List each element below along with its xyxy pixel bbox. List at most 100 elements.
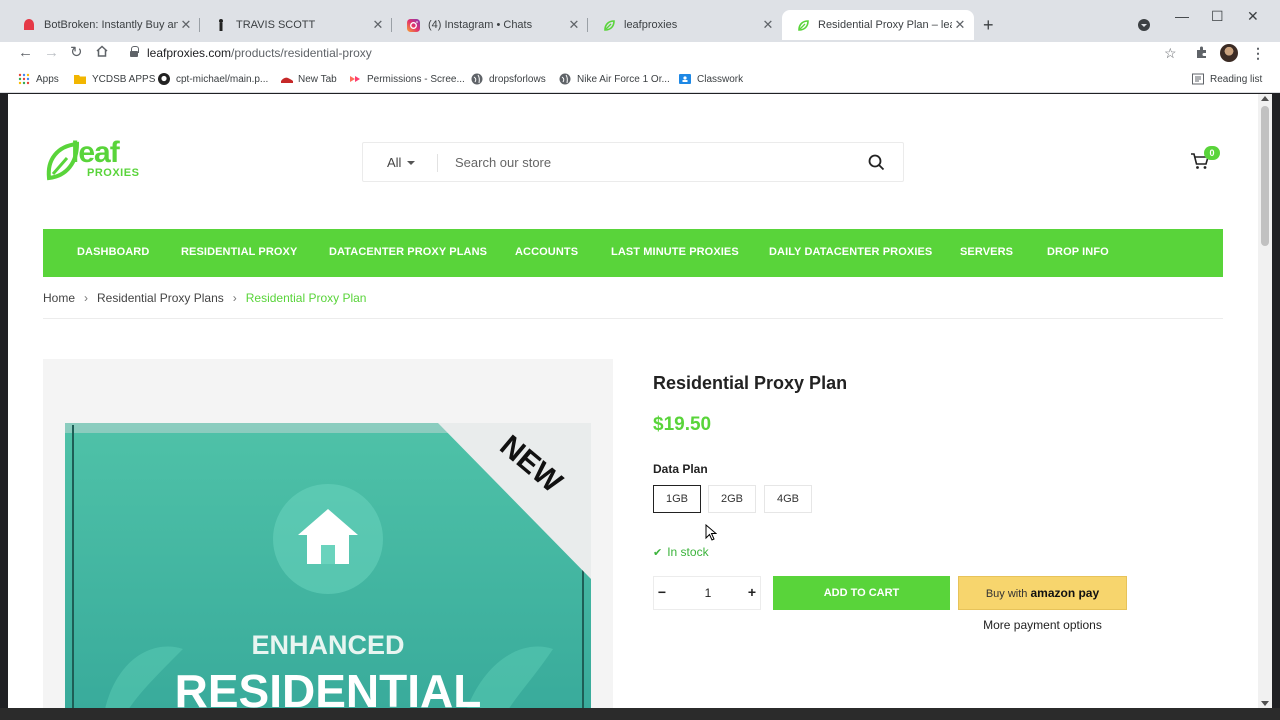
bookmark-nike[interactable]: Nike Air Force 1 Or... <box>559 73 670 85</box>
chevron-right-icon: › <box>232 291 237 305</box>
menu-dots-icon[interactable]: ⋮ <box>1251 45 1265 62</box>
nav-last-minute-proxies[interactable]: LAST MINUTE PROXIES <box>611 246 739 258</box>
search-icon[interactable] <box>868 154 885 176</box>
shoe-icon <box>280 73 293 85</box>
store-search: All <box>362 142 904 182</box>
bookmark-ycdsb-apps[interactable]: YCDSB APPS <box>74 73 155 85</box>
web-page: leaf PROXIES All 0 DASHBOARD RESIDENTIAL… <box>8 94 1258 708</box>
breadcrumb: Home › Residential Proxy Plans › Residen… <box>43 291 366 305</box>
nav-servers[interactable]: SERVERS <box>960 246 1013 258</box>
taskbar-strip <box>0 708 1280 720</box>
tab-strip: BotBroken: Instantly Buy and Sell ✕ TRAV… <box>0 0 1280 42</box>
chevron-down-icon[interactable] <box>407 161 415 165</box>
browser-toolbar: ← → ↻ leafproxies.com/products/residenti… <box>0 42 1280 66</box>
stock-status: ✔ In stock <box>653 545 709 559</box>
nav-dashboard[interactable]: DASHBOARD <box>77 246 149 258</box>
back-icon[interactable]: ← <box>18 44 33 62</box>
amazon-pay-button[interactable]: Buy with amazon pay <box>958 576 1127 610</box>
nav-datacenter-proxy-plans[interactable]: DATACENTER PROXY PLANS <box>329 246 487 258</box>
option-1gb[interactable]: 1GB <box>653 485 701 513</box>
page-scrollbar[interactable] <box>1258 94 1272 708</box>
globe-icon <box>559 73 571 85</box>
box-text-line1: ENHANCED <box>251 630 404 660</box>
option-4gb[interactable]: 4GB <box>764 485 812 513</box>
search-filter-select[interactable]: All <box>387 155 401 170</box>
botbroken-icon <box>22 18 36 32</box>
close-window-icon[interactable]: ✕ <box>1247 8 1259 25</box>
nav-residential-proxy[interactable]: RESIDENTIAL PROXY <box>181 246 297 258</box>
browser-window: BotBroken: Instantly Buy and Sell ✕ TRAV… <box>0 0 1280 720</box>
bookmark-dropsforlows[interactable]: dropsforlows <box>471 73 546 85</box>
tab-residential-proxy-plan[interactable]: Residential Proxy Plan – leafproxies ✕ <box>782 10 974 40</box>
amazon-pay-logo: amazon pay <box>1030 586 1100 600</box>
chevron-right-icon: › <box>84 291 89 305</box>
quantity-decrease-button[interactable]: − <box>654 584 670 600</box>
forward-icon[interactable]: → <box>44 44 59 62</box>
leaf-icon <box>796 18 810 32</box>
more-payment-options-link[interactable]: More payment options <box>958 618 1127 632</box>
bookmark-classwork[interactable]: Classwork <box>679 73 743 85</box>
tab-instagram[interactable]: (4) Instagram • Chats ✕ <box>392 10 588 40</box>
breadcrumb-current: Residential Proxy Plan <box>245 291 367 305</box>
product-title: Residential Proxy Plan <box>653 373 848 393</box>
product-price: $19.50 <box>653 414 712 435</box>
cart-button[interactable]: 0 <box>1190 146 1220 175</box>
search-input[interactable] <box>455 151 835 173</box>
close-tab-icon[interactable]: ✕ <box>178 17 194 33</box>
scroll-down-icon[interactable] <box>1261 701 1269 706</box>
tab-leafproxies[interactable]: leafproxies ✕ <box>588 10 782 40</box>
bookmark-star-icon[interactable]: ☆ <box>1164 45 1177 62</box>
quantity-increase-button[interactable]: + <box>744 584 760 600</box>
close-tab-icon[interactable]: ✕ <box>566 17 582 33</box>
travis-scott-icon <box>214 18 228 32</box>
breadcrumb-residential-proxy-plans[interactable]: Residential Proxy Plans <box>97 291 224 305</box>
bookmark-new-tab[interactable]: New Tab <box>280 73 337 85</box>
nav-drop-info[interactable]: DROP INFO <box>1047 246 1109 258</box>
nav-accounts[interactable]: ACCOUNTS <box>515 246 578 258</box>
close-tab-icon[interactable]: ✕ <box>760 17 776 33</box>
scrollbar-thumb[interactable] <box>1261 106 1269 246</box>
reading-list-button[interactable]: Reading list <box>1192 73 1262 85</box>
bookmark-github[interactable]: cpt-michael/main.p... <box>158 73 268 85</box>
minimize-icon[interactable]: — <box>1175 8 1189 24</box>
home-icon[interactable] <box>95 44 109 63</box>
bookmarks-bar: Apps YCDSB APPS cpt-michael/main.p... Ne… <box>0 66 1280 93</box>
add-to-cart-button[interactable]: ADD TO CART <box>773 576 950 610</box>
tab-travis-scott[interactable]: TRAVIS SCOTT ✕ <box>200 10 392 40</box>
tab-search-icon[interactable] <box>1138 19 1150 31</box>
scroll-up-icon[interactable] <box>1261 96 1269 101</box>
mouse-cursor-icon <box>705 523 718 547</box>
close-tab-icon[interactable]: ✕ <box>952 17 968 33</box>
screencastify-icon <box>349 73 361 85</box>
address-bar[interactable]: leafproxies.com/products/residential-pro… <box>147 46 372 60</box>
apps-grid-icon <box>18 73 30 85</box>
bookmark-apps[interactable]: Apps <box>18 73 59 85</box>
lock-icon[interactable] <box>130 46 139 57</box>
box-text-line2: RESIDENTIAL <box>175 665 482 708</box>
quantity-value[interactable]: 1 <box>694 586 722 600</box>
maximize-icon[interactable]: ☐ <box>1211 8 1224 25</box>
new-tab-button[interactable]: + <box>983 15 994 36</box>
reading-list-icon <box>1192 73 1204 85</box>
breadcrumb-home[interactable]: Home <box>43 291 75 305</box>
close-tab-icon[interactable]: ✕ <box>370 17 386 33</box>
bookmark-permissions[interactable]: Permissions - Scree... <box>349 73 465 85</box>
option-2gb[interactable]: 2GB <box>708 485 756 513</box>
main-nav: DASHBOARD RESIDENTIAL PROXY DATACENTER P… <box>43 229 1223 277</box>
instagram-icon <box>406 18 420 32</box>
quantity-stepper: − 1 + <box>653 576 761 610</box>
product-box-illustration: NEW ENHANCED RESIDENTIAL <box>65 423 591 708</box>
divider <box>43 318 1223 319</box>
classroom-icon <box>679 73 691 85</box>
globe-icon <box>471 73 483 85</box>
product-image[interactable]: NEW ENHANCED RESIDENTIAL <box>43 359 613 708</box>
github-icon <box>158 73 170 85</box>
nav-daily-datacenter-proxies[interactable]: DAILY DATACENTER PROXIES <box>769 246 932 258</box>
cart-count-badge: 0 <box>1204 146 1220 160</box>
reload-icon[interactable]: ↻ <box>70 44 83 62</box>
profile-avatar[interactable] <box>1220 44 1238 62</box>
site-logo[interactable]: leaf PROXIES <box>43 136 153 182</box>
data-plan-label: Data Plan <box>653 462 708 476</box>
extensions-puzzle-icon[interactable] <box>1195 45 1209 62</box>
tab-botbroken[interactable]: BotBroken: Instantly Buy and Sell ✕ <box>8 10 200 40</box>
